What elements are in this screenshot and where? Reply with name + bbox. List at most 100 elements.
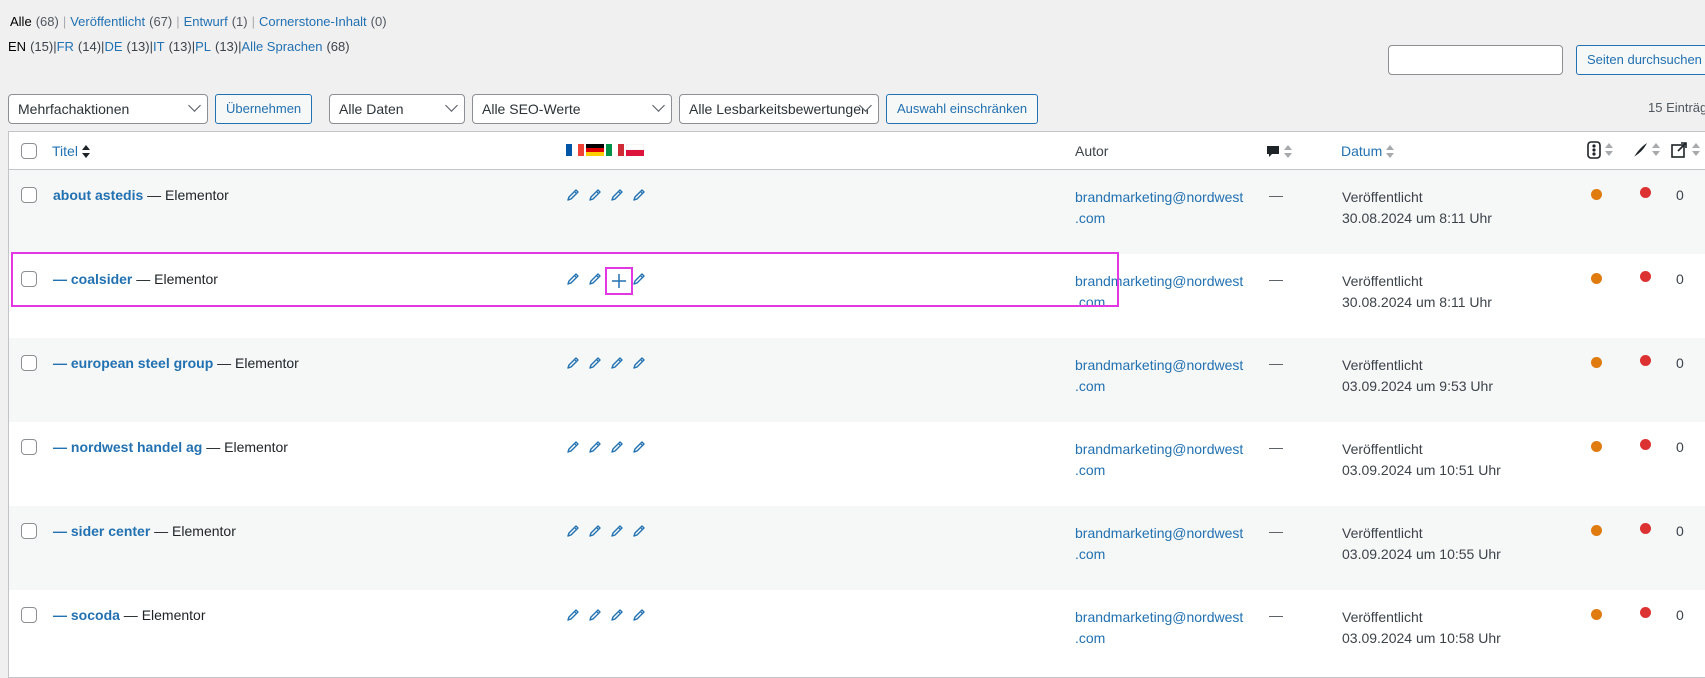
edit-translation-icon[interactable] (632, 356, 646, 370)
status-filter-1[interactable]: Veröffentlicht (70, 14, 145, 29)
status-filter-2[interactable]: Entwurf (184, 14, 228, 29)
row-datetime: 03.09.2024 um 9:53 Uhr (1342, 378, 1493, 394)
sort-icon (1284, 145, 1292, 159)
links-count: 0 (1676, 271, 1684, 287)
author-link[interactable]: brandmarketing@nordwest .com (1075, 355, 1243, 397)
table-row: — nordwest handel ag — Elementor brandmar… (9, 422, 1705, 506)
language-filter-1[interactable]: FR (57, 39, 74, 54)
edit-translation-icon[interactable] (632, 440, 646, 454)
page-title-link[interactable]: socoda (71, 607, 120, 623)
author-line1: brandmarketing@nordwest (1075, 525, 1244, 541)
language-filter-4[interactable]: PL (195, 39, 211, 54)
row-date: Veröffentlicht 03.09.2024 um 10:55 Uhr (1342, 523, 1501, 565)
edit-translation-icon[interactable] (566, 524, 580, 538)
items-count: 15 Einträge (1648, 100, 1705, 115)
row-state-sep: — (119, 607, 142, 623)
row-date: Veröffentlicht 30.08.2024 um 8:11 Uhr (1342, 187, 1492, 229)
edit-translation-icon[interactable] (632, 188, 646, 202)
language-filter-count: (14) (77, 39, 102, 54)
edit-translation-icon[interactable] (566, 440, 580, 454)
edit-translation-icon[interactable] (566, 188, 580, 202)
row-datetime: 30.08.2024 um 8:11 Uhr (1342, 294, 1492, 310)
language-filter-count: (13) (126, 39, 150, 54)
edit-translation-icon[interactable] (632, 524, 646, 538)
bulk-actions-select[interactable]: Mehrfachaktionen (8, 94, 208, 124)
column-title[interactable]: Titel (52, 143, 90, 159)
language-filter-0[interactable]: EN (8, 39, 26, 54)
chevron-down-icon (188, 99, 201, 112)
row-checkbox[interactable] (21, 607, 37, 623)
apply-button[interactable]: Übernehmen (215, 94, 313, 124)
readability-select[interactable]: Alle Lesbarkeitsbewertungen (679, 94, 879, 124)
page-title-link[interactable]: european steel group (71, 355, 213, 371)
comment-count: — (1269, 523, 1283, 539)
edit-translation-icon[interactable] (588, 608, 602, 622)
table-row: — socoda — Elementor brandmarketing@nordw… (9, 590, 1705, 674)
author-link[interactable]: brandmarketing@nordwest .com (1075, 439, 1243, 481)
row-state-sep: — (213, 355, 236, 371)
column-comments[interactable] (1266, 143, 1292, 159)
column-seo-score[interactable] (1587, 141, 1613, 160)
column-readability[interactable] (1632, 141, 1660, 158)
seo-select[interactable]: Alle SEO-Werte (472, 94, 672, 124)
links-count: 0 (1676, 187, 1684, 203)
seo-score-dot (1591, 357, 1602, 368)
status-filter-count: (0) (370, 14, 387, 29)
edit-translation-icon[interactable] (610, 356, 624, 370)
sort-icon (1386, 145, 1395, 159)
selection-highlight (11, 252, 1119, 307)
language-filter-2[interactable]: DE (104, 39, 122, 54)
edit-translation-icon[interactable] (610, 440, 624, 454)
column-internal-links[interactable] (1670, 141, 1700, 159)
edit-translation-icon[interactable] (588, 188, 602, 202)
row-checkbox[interactable] (21, 439, 37, 455)
row-checkbox[interactable] (21, 523, 37, 539)
page-title-link[interactable]: sider center (71, 523, 150, 539)
page-title-link[interactable]: nordwest handel ag (71, 439, 202, 455)
row-state: Elementor (224, 439, 288, 455)
language-filter-5[interactable]: Alle Sprachen (242, 39, 323, 54)
author-link[interactable]: brandmarketing@nordwest .com (1075, 523, 1243, 565)
column-author: Autor (1075, 143, 1109, 159)
edit-translation-icon[interactable] (632, 608, 646, 622)
edit-translation-icon[interactable] (566, 356, 580, 370)
status-filter-count: (68) (35, 14, 59, 29)
row-datetime: 30.08.2024 um 8:11 Uhr (1342, 210, 1492, 226)
row-state: Elementor (141, 607, 206, 623)
filter-button[interactable]: Auswahl einschränken (886, 94, 1039, 124)
edit-translation-icon[interactable] (610, 608, 624, 622)
row-datetime: 03.09.2024 um 10:51 Uhr (1342, 462, 1501, 478)
row-checkbox[interactable] (21, 187, 37, 203)
row-checkbox[interactable] (21, 355, 37, 371)
edit-translation-icon[interactable] (588, 356, 602, 370)
author-line2: .com (1075, 630, 1106, 646)
column-date[interactable]: Datum (1341, 143, 1395, 159)
internal-links-icon (1671, 142, 1687, 159)
seo-score-dot (1591, 441, 1602, 452)
row-state-sep: — (143, 187, 166, 203)
status-filter-3[interactable]: Cornerstone-Inhalt (259, 14, 367, 29)
links-count: 0 (1676, 355, 1684, 371)
edit-translation-icon[interactable] (588, 524, 602, 538)
select-all-checkbox[interactable] (21, 143, 37, 159)
language-filter-3[interactable]: IT (153, 39, 165, 54)
row-prefix: — (53, 355, 71, 371)
page-title-link[interactable]: about astedis (53, 187, 143, 203)
seo-score-dot (1591, 609, 1602, 620)
language-flags (566, 141, 646, 157)
edit-translation-icon[interactable] (566, 608, 580, 622)
search-input[interactable] (1388, 45, 1563, 75)
dates-select[interactable]: Alle Daten (329, 94, 465, 124)
edit-translation-icon[interactable] (610, 188, 624, 202)
row-state: Elementor (235, 355, 299, 371)
edit-translation-icon[interactable] (610, 524, 624, 538)
row-title: — sider center — Elementor (53, 523, 236, 539)
search-button[interactable]: Seiten durchsuchen (1576, 45, 1705, 75)
author-link[interactable]: brandmarketing@nordwest .com (1075, 607, 1243, 649)
status-filters: Alle (68) | Veröffentlicht (67) | Entwurf (1) | C… (10, 13, 387, 31)
row-title: about astedis — Elementor (53, 187, 229, 203)
edit-translation-icon[interactable] (588, 440, 602, 454)
status-filter-0[interactable]: Alle (10, 14, 32, 29)
row-title: — european steel group — Elementor (53, 355, 299, 371)
author-link[interactable]: brandmarketing@nordwest .com (1075, 187, 1243, 229)
